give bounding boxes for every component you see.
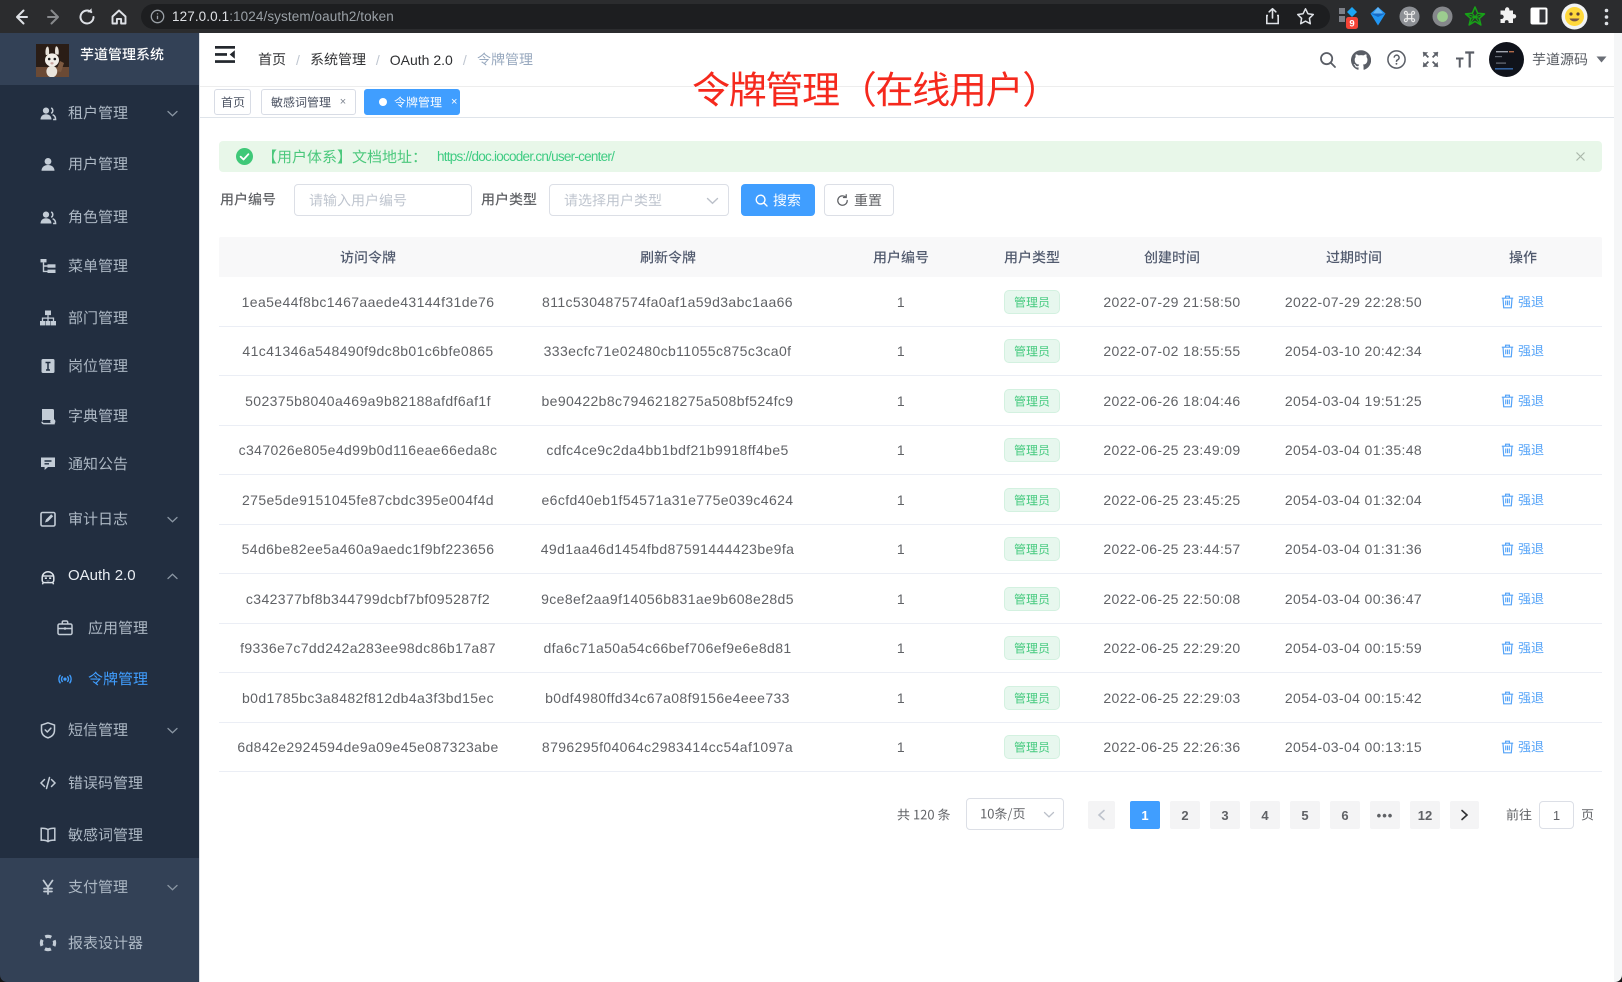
svg-text:9: 9 — [1349, 19, 1354, 30]
